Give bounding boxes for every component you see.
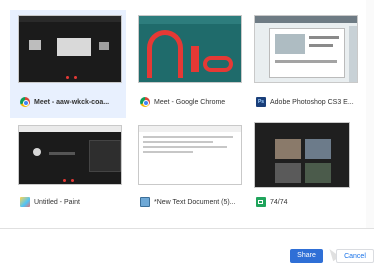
window-title: 74/74	[270, 198, 288, 206]
window-tile-label-row: 74/74	[256, 197, 360, 207]
window-tile-meet-call[interactable]: Meet - aaw-wkck-coa...	[10, 10, 126, 118]
chrome-icon	[20, 97, 30, 107]
window-tile-notepad[interactable]: *New Text Document (5)...	[132, 120, 248, 220]
window-tile-meet-74[interactable]: 74/74	[250, 120, 366, 220]
window-title: Meet - Google Chrome	[154, 98, 226, 106]
window-tile-label-row: *New Text Document (5)...	[140, 197, 244, 207]
window-tile-google-chrome[interactable]: Meet - Google Chrome	[132, 10, 248, 118]
window-title: *New Text Document (5)...	[154, 198, 236, 206]
paint-icon	[20, 197, 30, 207]
window-thumbnail	[254, 15, 358, 83]
window-title: Adobe Photoshop CS3 E...	[270, 98, 354, 106]
window-tile-label-row: Meet - aaw-wkck-coa...	[20, 97, 124, 107]
window-tile-label-row: Untitled - Paint	[20, 197, 124, 207]
photoshop-icon: Ps	[256, 97, 266, 107]
window-thumbnail	[254, 122, 350, 188]
window-tile-label-row: Ps Adobe Photoshop CS3 E...	[256, 97, 366, 107]
notepad-icon	[140, 197, 150, 207]
window-thumbnail	[18, 125, 122, 185]
scrollbar[interactable]	[366, 0, 374, 228]
window-title: Untitled - Paint	[34, 198, 80, 206]
chrome-icon	[140, 97, 150, 107]
window-thumbnail	[138, 15, 242, 83]
cancel-button[interactable]: Cancel	[336, 249, 374, 263]
window-thumbnail	[138, 125, 242, 185]
window-thumbnail	[18, 15, 122, 83]
dialog-footer: Share Cancel	[0, 228, 374, 264]
window-tile-label-row: Meet - Google Chrome	[140, 97, 244, 107]
window-grid: Meet - aaw-wkck-coa... Meet - Google Chr…	[0, 0, 374, 215]
share-button[interactable]: Share	[290, 249, 323, 263]
window-title: Meet - aaw-wkck-coa...	[34, 98, 110, 106]
meet-icon	[256, 197, 266, 207]
share-screen-dialog: Meet - aaw-wkck-coa... Meet - Google Chr…	[0, 0, 374, 264]
window-tile-photoshop[interactable]: Ps Adobe Photoshop CS3 E...	[250, 10, 366, 118]
window-tile-paint[interactable]: Untitled - Paint	[10, 120, 126, 220]
